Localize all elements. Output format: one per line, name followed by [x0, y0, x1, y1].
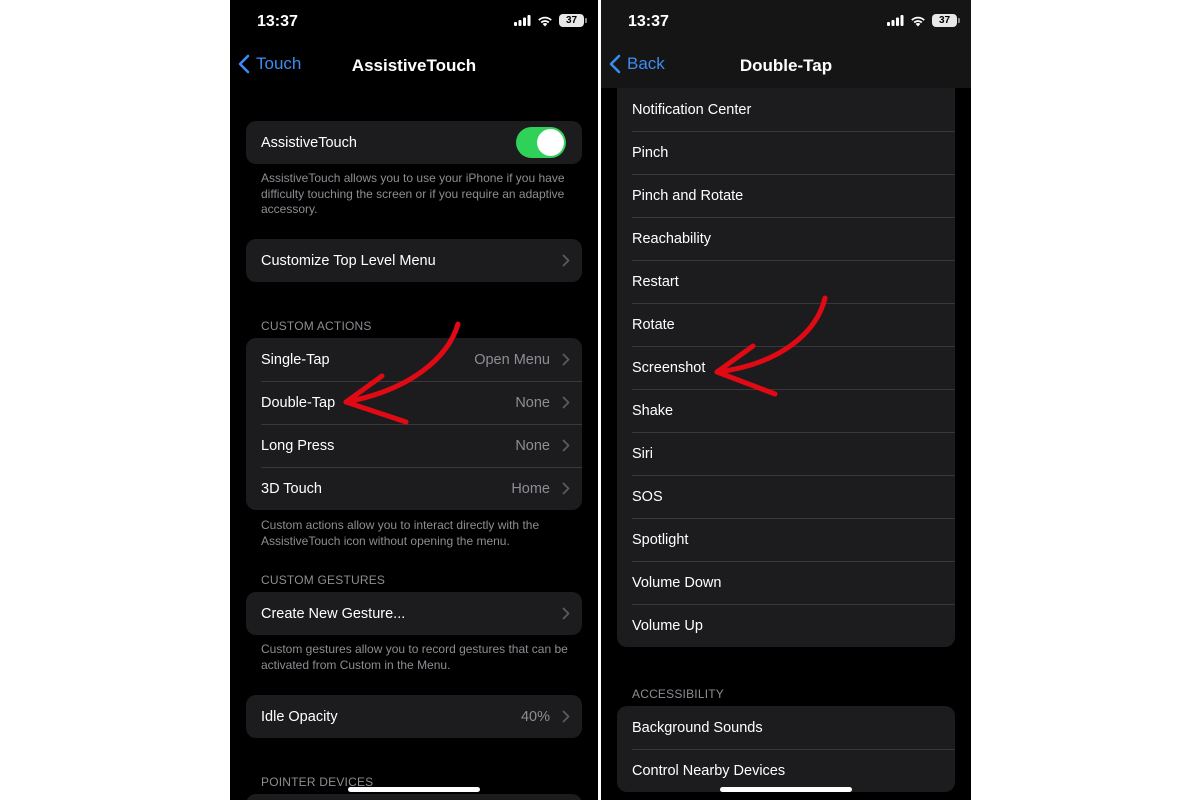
idle-opacity-row[interactable]: Idle Opacity 40%: [246, 695, 582, 738]
option-control-nearby-devices[interactable]: Control Nearby Devices: [617, 749, 955, 792]
long-press-row[interactable]: Long Press None: [246, 424, 582, 467]
option-label: Background Sounds: [632, 719, 763, 736]
double-tap-options-list: Notification Center Pinch Pinch and Rota…: [617, 88, 955, 647]
chevron-right-icon: [562, 396, 570, 409]
double-tap-screen: Notification Center Pinch Pinch and Rota…: [601, 0, 971, 800]
customize-top-level-menu-row[interactable]: Customize Top Level Menu: [246, 239, 582, 282]
battery-icon: 37: [932, 14, 960, 27]
option-label: Restart: [632, 273, 679, 290]
3d-touch-value: Home: [511, 480, 550, 497]
option-siri[interactable]: Siri: [617, 432, 955, 475]
assistivetouch-screen: 13:37 37 Touch AssistiveTouch AssistiveT…: [230, 0, 598, 800]
single-tap-value: Open Menu: [474, 351, 550, 368]
single-tap-label: Single-Tap: [261, 351, 330, 368]
create-new-gesture-label: Create New Gesture...: [261, 605, 406, 622]
customize-menu-group: Customize Top Level Menu: [246, 239, 582, 282]
option-rotate[interactable]: Rotate: [617, 303, 955, 346]
option-label: Rotate: [632, 316, 675, 333]
option-label: Pinch: [632, 144, 669, 161]
custom-gestures-description: Custom gestures allow you to record gest…: [261, 642, 568, 672]
option-pinch-and-rotate[interactable]: Pinch and Rotate: [617, 174, 955, 217]
customize-top-level-menu-label: Customize Top Level Menu: [261, 252, 436, 269]
option-notification-center[interactable]: Notification Center: [617, 88, 955, 131]
option-label: Reachability: [632, 230, 711, 247]
custom-actions-group: Single-Tap Open Menu Double-Tap None Lon…: [246, 338, 582, 510]
chevron-right-icon: [562, 254, 570, 267]
chevron-right-icon: [562, 482, 570, 495]
double-tap-value: None: [515, 394, 550, 411]
custom-actions-description: Custom actions allow you to interact dir…: [261, 518, 540, 548]
option-label: SOS: [632, 488, 663, 505]
accessibility-header: ACCESSIBILITY: [632, 687, 724, 701]
assistivetouch-toggle-row: AssistiveTouch: [246, 121, 582, 164]
navigation-bar: Back Double-Tap: [601, 44, 971, 88]
option-screenshot[interactable]: Screenshot: [617, 346, 955, 389]
option-label: Volume Up: [632, 617, 703, 634]
option-label: Notification Center: [632, 101, 752, 118]
idle-opacity-label: Idle Opacity: [261, 708, 338, 725]
option-background-sounds[interactable]: Background Sounds: [617, 706, 955, 749]
option-label: Siri: [632, 445, 653, 462]
status-bar: 13:37 37: [230, 0, 598, 44]
home-indicator: [348, 787, 480, 792]
chevron-right-icon: [562, 353, 570, 366]
chevron-right-icon: [562, 710, 570, 723]
chevron-right-icon: [562, 607, 570, 620]
option-label: Shake: [632, 402, 674, 419]
option-reachability[interactable]: Reachability: [617, 217, 955, 260]
status-bar: 13:37 37: [601, 0, 971, 44]
option-shake[interactable]: Shake: [617, 389, 955, 432]
battery-icon: 37: [559, 14, 587, 27]
3d-touch-label: 3D Touch: [261, 480, 322, 497]
assistivetouch-toggle-group: AssistiveTouch: [246, 121, 582, 164]
home-indicator: [720, 787, 852, 792]
single-tap-row[interactable]: Single-Tap Open Menu: [246, 338, 582, 381]
wifi-icon: [911, 16, 925, 26]
option-sos[interactable]: SOS: [617, 475, 955, 518]
assistivetouch-description: AssistiveTouch allows you to use your iP…: [261, 171, 565, 216]
option-restart[interactable]: Restart: [617, 260, 955, 303]
custom-gestures-group: Create New Gesture...: [246, 592, 582, 635]
long-press-label: Long Press: [261, 437, 335, 454]
custom-gestures-header: CUSTOM GESTURES: [261, 573, 386, 587]
double-tap-label: Double-Tap: [261, 394, 336, 411]
status-icons: 37: [887, 14, 960, 27]
option-label: Screenshot: [632, 359, 706, 376]
option-pinch[interactable]: Pinch: [617, 131, 955, 174]
option-label: Volume Down: [632, 574, 722, 591]
3d-touch-row[interactable]: 3D Touch Home: [246, 467, 582, 510]
navigation-bar: Touch AssistiveTouch: [230, 44, 598, 88]
custom-actions-header: CUSTOM ACTIONS: [261, 319, 372, 333]
accessibility-options-list: Background Sounds Control Nearby Devices: [617, 706, 955, 792]
create-new-gesture-row[interactable]: Create New Gesture...: [246, 592, 582, 635]
page-title: Double-Tap: [739, 56, 833, 75]
assistivetouch-toggle-switch[interactable]: [516, 127, 566, 158]
toggle-knob: [537, 129, 564, 156]
cellular-signal-icon: [514, 15, 531, 26]
option-label: Pinch and Rotate: [632, 187, 744, 204]
chevron-right-icon: [562, 439, 570, 452]
page-title: AssistiveTouch: [351, 56, 477, 75]
double-tap-row[interactable]: Double-Tap None: [246, 381, 582, 424]
status-icons: 37: [514, 14, 587, 27]
wifi-icon: [538, 16, 552, 26]
option-label: Control Nearby Devices: [632, 762, 786, 779]
option-volume-up[interactable]: Volume Up: [617, 604, 955, 647]
status-time: 13:37: [628, 13, 669, 30]
assistivetouch-toggle-label: AssistiveTouch: [261, 134, 357, 151]
status-time: 13:37: [257, 13, 298, 30]
option-spotlight[interactable]: Spotlight: [617, 518, 955, 561]
option-label: Spotlight: [632, 531, 689, 548]
long-press-value: None: [515, 437, 550, 454]
pointer-devices-group: [246, 794, 582, 800]
idle-opacity-group: Idle Opacity 40%: [246, 695, 582, 738]
idle-opacity-value: 40%: [520, 708, 550, 725]
option-volume-down[interactable]: Volume Down: [617, 561, 955, 604]
cellular-signal-icon: [887, 15, 904, 26]
